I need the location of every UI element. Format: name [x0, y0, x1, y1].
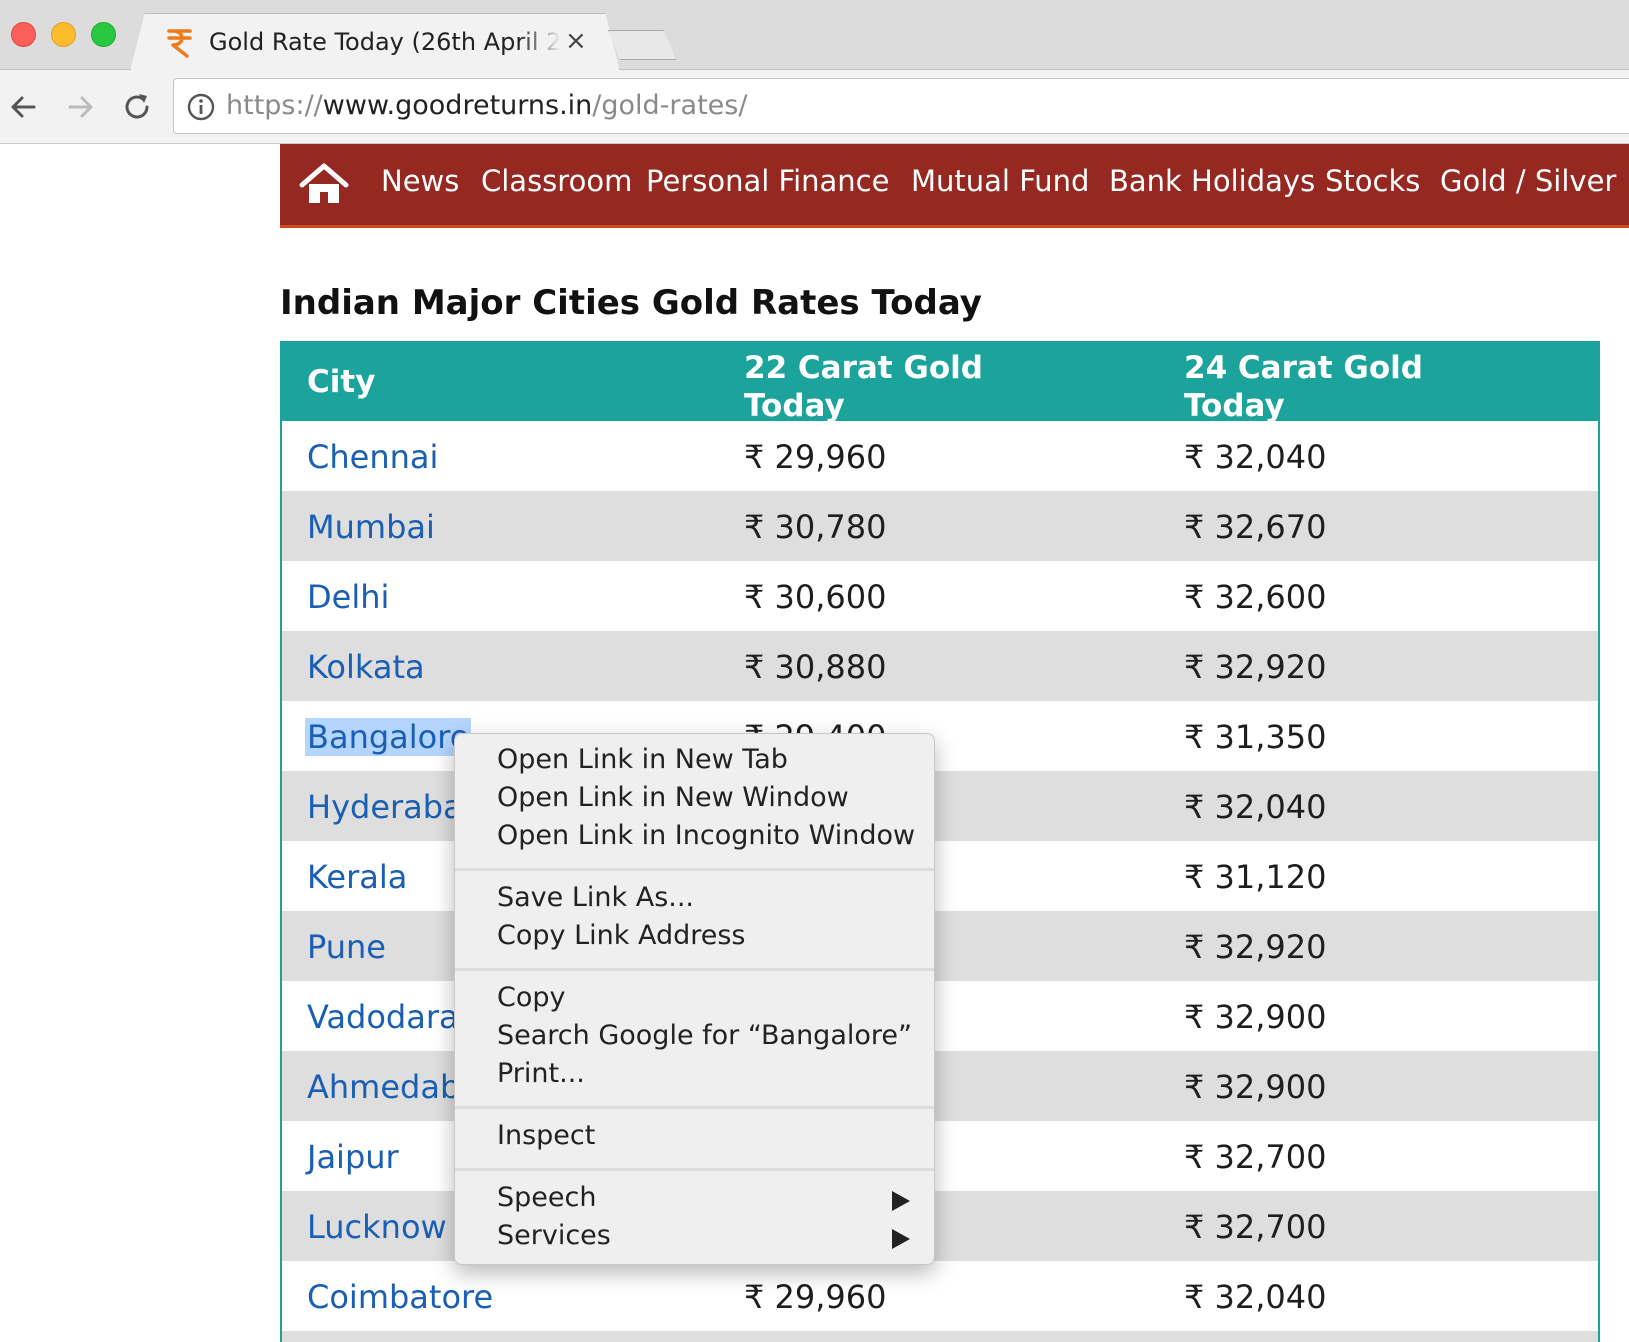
- submenu-arrow-icon: [892, 1229, 910, 1249]
- city-link[interactable]: Vadodara: [307, 998, 459, 1036]
- rate-22-carat: ₹ 30,600: [744, 578, 887, 616]
- city-link[interactable]: Lucknow: [307, 1208, 447, 1246]
- reload-icon[interactable]: [118, 88, 156, 126]
- menu-item-speech[interactable]: Speech: [497, 1182, 596, 1213]
- city-link[interactable]: Chennai: [307, 438, 438, 476]
- rupee-favicon-icon: [167, 29, 192, 58]
- header-24-carat: 24 Carat Gold Today: [1184, 349, 1423, 425]
- menu-item-open-incognito[interactable]: Open Link in Incognito Window: [497, 820, 915, 851]
- menu-separator: [455, 968, 934, 971]
- url-text: https://www.goodreturns.in/gold-rates/: [226, 90, 747, 121]
- nav-item-personal-finance[interactable]: Personal Finance: [646, 164, 889, 198]
- context-menu: Open Link in New Tab Open Link in New Wi…: [454, 733, 935, 1265]
- menu-separator: [455, 1168, 934, 1171]
- home-icon[interactable]: [298, 162, 350, 206]
- city-link-selected[interactable]: Bangalore: [305, 718, 472, 756]
- menu-item-save-link[interactable]: Save Link As...: [497, 882, 694, 913]
- rate-22-carat: ₹ 29,960: [744, 438, 887, 476]
- rate-24-carat: ₹ 32,040: [1184, 788, 1327, 826]
- submenu-arrow-icon: [892, 1191, 910, 1211]
- browser-tab-active[interactable]: Gold Rate Today (26th April 2018) ×: [130, 13, 620, 71]
- nav-item-classroom[interactable]: Classroom: [481, 164, 632, 198]
- rate-24-carat: ₹ 32,920: [1184, 648, 1327, 686]
- page-title: Indian Major Cities Gold Rates Today: [280, 283, 982, 323]
- nav-item-mutual-fund[interactable]: Mutual Fund: [911, 164, 1089, 198]
- header-22-carat: 22 Carat Gold Today: [744, 349, 983, 425]
- rate-22-carat: ₹ 30,780: [744, 508, 887, 546]
- tab-title: Gold Rate Today (26th April 2018): [209, 28, 561, 56]
- nav-item-news[interactable]: News: [381, 164, 459, 198]
- rate-22-carat: ₹ 30,880: [744, 648, 887, 686]
- rate-24-carat: ₹ 32,920: [1184, 928, 1327, 966]
- rate-24-carat: ₹ 32,040: [1184, 1278, 1327, 1316]
- maximize-window-button[interactable]: [91, 22, 116, 47]
- city-link[interactable]: Mumbai: [307, 508, 435, 546]
- header-24-line2: Today: [1184, 388, 1285, 424]
- url-host: www.goodreturns.in: [322, 90, 593, 121]
- nav-item-stocks[interactable]: Stocks: [1325, 164, 1420, 198]
- table-row: [282, 1331, 1598, 1342]
- url-scheme: https://: [226, 90, 323, 121]
- table-row: Delhi ₹ 30,600 ₹ 32,600: [282, 561, 1598, 631]
- menu-item-inspect[interactable]: Inspect: [497, 1120, 595, 1151]
- browser-tab-strip: Gold Rate Today (26th April 2018) ×: [0, 0, 1629, 71]
- close-window-button[interactable]: [11, 22, 36, 47]
- city-link[interactable]: Coimbatore: [307, 1278, 493, 1316]
- rate-24-carat: ₹ 32,040: [1184, 438, 1327, 476]
- table-row: Mumbai ₹ 30,780 ₹ 32,670: [282, 491, 1598, 561]
- menu-item-print[interactable]: Print...: [497, 1058, 585, 1089]
- minimize-window-button[interactable]: [51, 22, 76, 47]
- menu-item-copy-link[interactable]: Copy Link Address: [497, 920, 745, 951]
- site-nav-bar: News Classroom Personal Finance Mutual F…: [280, 144, 1629, 228]
- nav-item-gold-silver[interactable]: Gold / Silver: [1440, 164, 1616, 198]
- table-header: City 22 Carat Gold Today 24 Carat Gold T…: [282, 343, 1598, 424]
- header-22-line1: 22 Carat Gold: [744, 350, 983, 386]
- table-row: Kolkata ₹ 30,880 ₹ 32,920: [282, 631, 1598, 701]
- menu-item-services[interactable]: Services: [497, 1220, 611, 1251]
- rate-24-carat: ₹ 32,900: [1184, 1068, 1327, 1106]
- back-arrow-icon[interactable]: [4, 88, 42, 126]
- rate-24-carat: ₹ 32,700: [1184, 1208, 1327, 1246]
- rate-24-carat: ₹ 32,900: [1184, 998, 1327, 1036]
- menu-item-copy[interactable]: Copy: [497, 982, 566, 1013]
- table-row: Coimbatore ₹ 29,960 ₹ 32,040: [282, 1261, 1598, 1331]
- rate-22-carat: ₹ 29,960: [744, 1278, 887, 1316]
- rate-24-carat: ₹ 31,120: [1184, 858, 1327, 896]
- nav-item-bank-holidays[interactable]: Bank Holidays: [1109, 164, 1315, 198]
- menu-item-search-google[interactable]: Search Google for “Bangalore”: [497, 1020, 912, 1051]
- city-link[interactable]: Kolkata: [307, 648, 425, 686]
- city-link[interactable]: Delhi: [307, 578, 389, 616]
- rate-24-carat: ₹ 32,670: [1184, 508, 1327, 546]
- table-row: Chennai ₹ 29,960 ₹ 32,040: [282, 421, 1598, 491]
- header-24-line1: 24 Carat Gold: [1184, 350, 1423, 386]
- new-tab-button[interactable]: [608, 30, 676, 60]
- rate-24-carat: ₹ 31,350: [1184, 718, 1327, 756]
- address-bar[interactable]: https://www.goodreturns.in/gold-rates/: [173, 78, 1629, 134]
- browser-toolbar: https://www.goodreturns.in/gold-rates/: [0, 70, 1629, 144]
- menu-separator: [455, 868, 934, 871]
- header-22-line2: Today: [744, 388, 845, 424]
- city-link[interactable]: Kerala: [307, 858, 407, 896]
- forward-arrow-icon[interactable]: [62, 88, 100, 126]
- city-link[interactable]: Pune: [307, 928, 386, 966]
- menu-item-open-new-tab[interactable]: Open Link in New Tab: [497, 744, 788, 775]
- city-link[interactable]: Jaipur: [307, 1138, 399, 1176]
- url-path: /gold-rates/: [592, 90, 748, 121]
- menu-separator: [455, 1106, 934, 1109]
- info-icon[interactable]: [186, 92, 216, 122]
- header-city: City: [307, 364, 376, 400]
- menu-item-open-new-window[interactable]: Open Link in New Window: [497, 782, 849, 813]
- rate-24-carat: ₹ 32,600: [1184, 578, 1327, 616]
- tab-close-icon[interactable]: ×: [565, 26, 587, 56]
- rate-24-carat: ₹ 32,700: [1184, 1138, 1327, 1176]
